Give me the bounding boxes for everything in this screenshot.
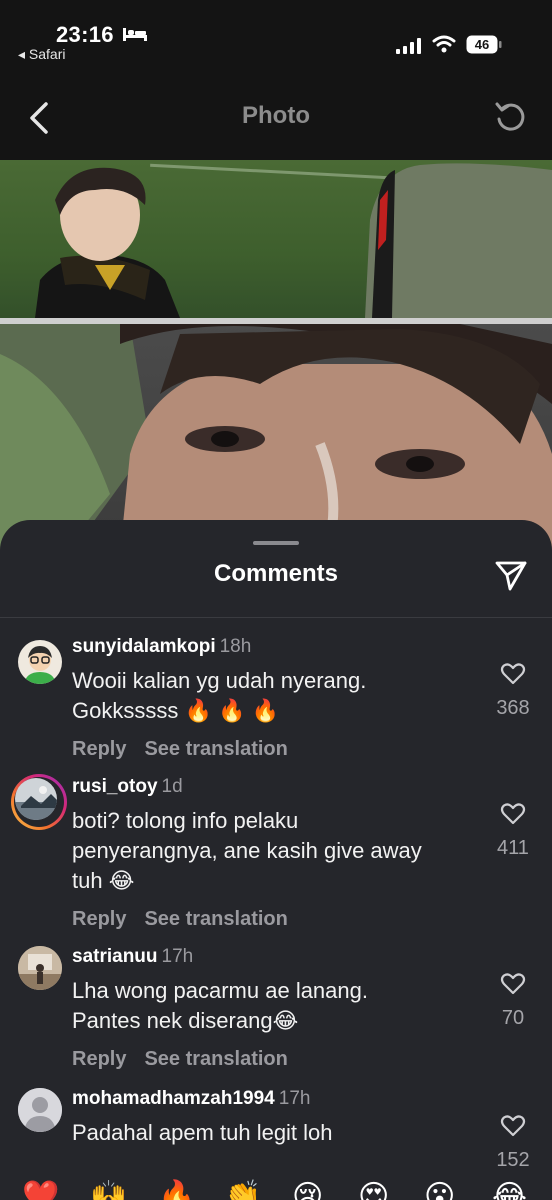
comment-time: 17h bbox=[278, 1088, 311, 1109]
heart-icon[interactable] bbox=[500, 1114, 526, 1138]
comment-text-line: Gokksssss 🔥 🔥 🔥 bbox=[72, 698, 279, 723]
comment-actions: Reply See translation bbox=[72, 908, 288, 931]
battery-level: 46 bbox=[475, 37, 489, 52]
avatar[interactable] bbox=[18, 1088, 62, 1132]
comment-text-line: boti? tolong info pelaku bbox=[72, 808, 299, 833]
battery-icon: 46 bbox=[466, 35, 502, 54]
reply-button[interactable]: Reply bbox=[72, 1048, 126, 1070]
reaction-crying[interactable]: 😢 bbox=[292, 1182, 323, 1200]
comments-title: Comments bbox=[213, 560, 339, 587]
heart-icon[interactable] bbox=[500, 802, 526, 826]
comment-text-line: penyerangnya, ane kasih give away bbox=[72, 838, 422, 863]
reaction-fire[interactable]: 🔥 bbox=[158, 1182, 195, 1200]
comment-username[interactable]: rusi_otoy bbox=[72, 776, 158, 797]
refresh-icon[interactable] bbox=[494, 100, 528, 134]
reaction-heart[interactable]: ❤️ bbox=[22, 1182, 59, 1200]
comment-header: sunyidalamkopi 18h bbox=[72, 636, 251, 658]
back-to-safari-link[interactable]: ◂ Safari bbox=[18, 46, 66, 63]
avatar-story-ring[interactable] bbox=[11, 774, 67, 830]
like-count: 152 bbox=[496, 1149, 530, 1171]
comment-text-line: Pantes nek diserang😂 bbox=[72, 1008, 299, 1033]
heart-icon[interactable] bbox=[500, 662, 526, 686]
comment-header: rusi_otoy 1d bbox=[72, 776, 183, 798]
see-translation-button[interactable]: See translation bbox=[144, 1048, 287, 1070]
like-control: 411 bbox=[490, 802, 536, 860]
comment-header: satrianuu 17h bbox=[72, 946, 193, 968]
comment-actions: Reply See translation bbox=[72, 1048, 288, 1071]
status-bar: 23:16 ◂ Safari 46 bbox=[0, 0, 552, 80]
comment-text-line: tuh 😂 bbox=[72, 868, 135, 893]
comment-text-line: Padahal apem tuh legit loh bbox=[72, 1120, 333, 1145]
like-count: 368 bbox=[496, 697, 530, 719]
reaction-clap[interactable]: 👏 bbox=[224, 1182, 261, 1200]
like-count: 70 bbox=[501, 1007, 525, 1029]
page-title: Photo bbox=[242, 102, 310, 129]
heart-icon[interactable] bbox=[500, 972, 526, 996]
reply-button[interactable]: Reply bbox=[72, 738, 126, 760]
avatar bbox=[15, 778, 57, 820]
comment-username[interactable]: satrianuu bbox=[72, 946, 158, 967]
comment-text-line: Wooii kalian yg udah nyerang. bbox=[72, 668, 367, 693]
photo-top bbox=[0, 160, 552, 318]
status-time: 23:16 bbox=[56, 22, 114, 47]
comment-text-line: Lha wong pacarmu ae lanang. bbox=[72, 978, 368, 1003]
avatar[interactable] bbox=[18, 640, 62, 684]
comment-text: Wooii kalian yg udah nyerang. Gokksssss … bbox=[72, 666, 472, 726]
wifi-icon bbox=[432, 35, 456, 53]
reaction-laughing[interactable]: 😂 bbox=[492, 1182, 527, 1200]
reply-button[interactable]: Reply bbox=[72, 908, 126, 930]
comment-text: Lha wong pacarmu ae lanang. Pantes nek d… bbox=[72, 976, 472, 1036]
reaction-heart-eyes[interactable]: 😍 bbox=[358, 1182, 389, 1200]
share-send-icon[interactable] bbox=[494, 558, 528, 592]
comment-header: mohamadhamzah1994 17h bbox=[72, 1088, 310, 1110]
top-nav-bar: Photo bbox=[0, 80, 552, 160]
comment-actions: Reply See translation bbox=[72, 738, 288, 761]
reaction-raised-hands[interactable]: 🙌 bbox=[90, 1182, 127, 1200]
like-control: 368 bbox=[490, 662, 536, 720]
avatar[interactable] bbox=[18, 946, 62, 990]
like-control: 70 bbox=[490, 972, 536, 1030]
see-translation-button[interactable]: See translation bbox=[144, 908, 287, 930]
reaction-surprised[interactable]: 😮 bbox=[424, 1182, 455, 1200]
like-control: 152 bbox=[490, 1114, 536, 1172]
comment-username[interactable]: sunyidalamkopi bbox=[72, 636, 216, 657]
comment-time: 18h bbox=[219, 636, 252, 657]
comments-sheet: Comments sunyidalamkopi 18h Wooii kalian … bbox=[0, 520, 552, 1200]
comment-text: Padahal apem tuh legit loh bbox=[72, 1118, 472, 1148]
sheet-divider bbox=[0, 617, 552, 618]
like-count: 411 bbox=[497, 837, 529, 859]
sleep-focus-icon bbox=[123, 28, 147, 41]
see-translation-button[interactable]: See translation bbox=[144, 738, 287, 760]
emoji-reaction-bar: ❤️ 🙌 🔥 👏 😢 😍 😮 😂 bbox=[0, 1172, 552, 1200]
comment-time: 17h bbox=[161, 946, 194, 967]
sheet-drag-handle[interactable] bbox=[253, 541, 299, 545]
photo-top-illustration bbox=[35, 163, 552, 318]
comment-time: 1d bbox=[161, 776, 183, 797]
comment-username[interactable]: mohamadhamzah1994 bbox=[72, 1088, 275, 1109]
comment-text: boti? tolong info pelaku penyerangnya, a… bbox=[72, 806, 492, 896]
cellular-signal-icon bbox=[396, 38, 421, 54]
